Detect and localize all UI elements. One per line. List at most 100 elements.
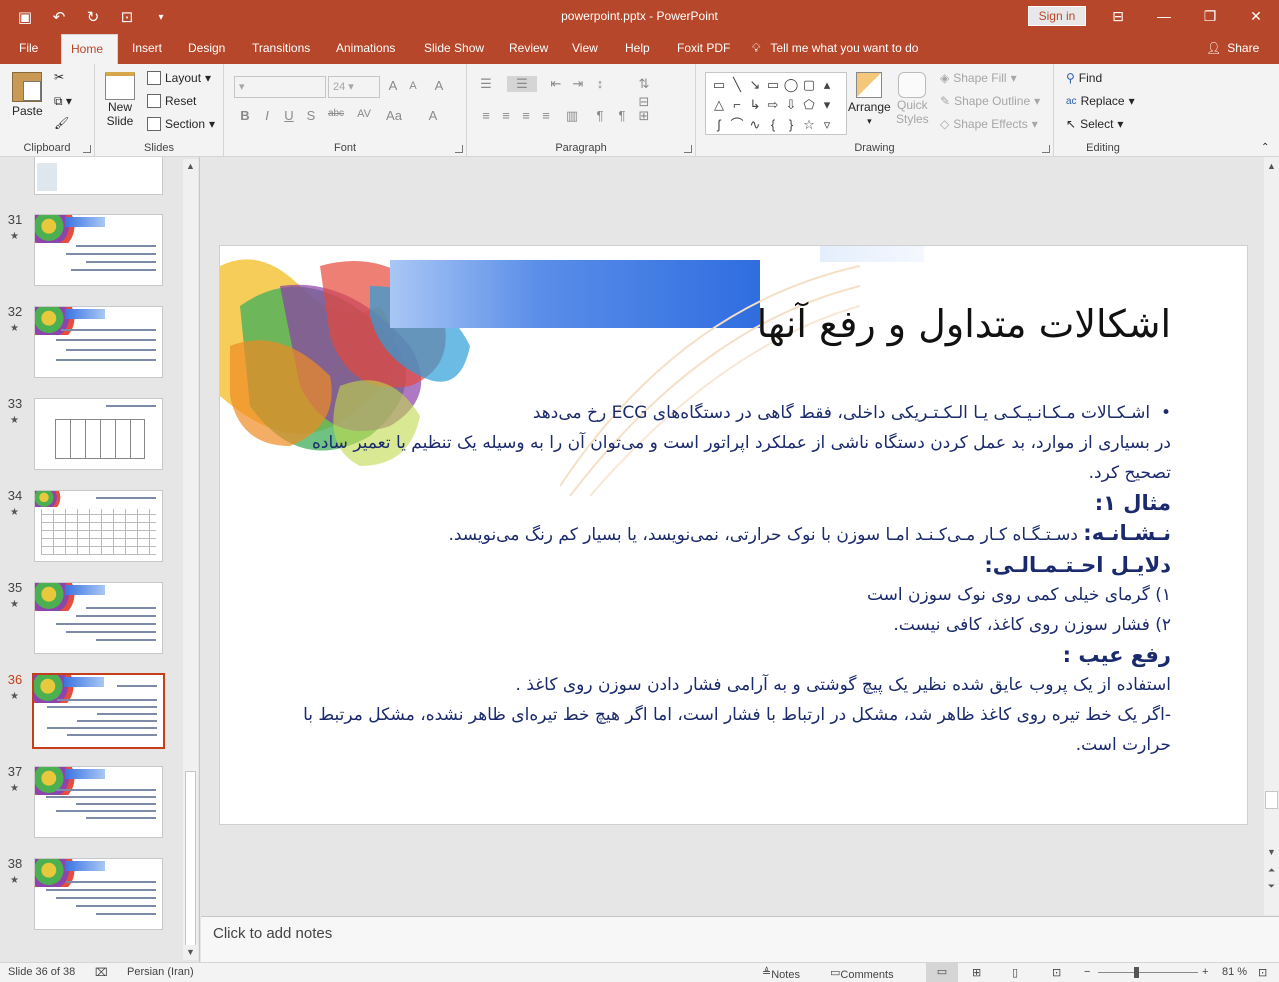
shape-effects-button[interactable]: ◇ Shape Effects ▾ (940, 117, 1038, 131)
gallery-down-icon[interactable]: ▾ (818, 95, 836, 115)
grow-font-icon[interactable]: A (384, 78, 402, 93)
italic-button[interactable]: I (258, 108, 276, 123)
slide-thumbnail-38[interactable] (34, 858, 163, 930)
spelling-icon[interactable]: ⌧ (95, 966, 108, 979)
tab-insert[interactable]: Insert (123, 34, 171, 64)
slideshow-view-icon[interactable]: ⊡ (1052, 966, 1061, 979)
normal-view-icon[interactable]: ▭ (926, 963, 958, 982)
font-size-combo[interactable]: 24 ▾ (328, 76, 380, 98)
slide-thumbnail-31[interactable] (34, 214, 163, 286)
elbow-shape-icon[interactable]: ⌐ (728, 95, 746, 115)
columns-icon[interactable]: ▥ (563, 108, 581, 124)
smartart-icon[interactable]: ⊞ (635, 108, 653, 124)
clipboard-launcher-icon[interactable] (83, 145, 91, 153)
quick-styles-button[interactable]: Quick Styles (896, 72, 929, 126)
share-button[interactable]: 👤︎ Share (1206, 34, 1259, 64)
editor-scrollbar[interactable]: ▲ ▼ ⏶ ⏷ (1264, 157, 1279, 915)
tab-animations[interactable]: Animations (327, 34, 404, 64)
tab-help[interactable]: Help (616, 34, 659, 64)
find-button[interactable]: ⚲ Find (1066, 71, 1102, 85)
left-brace-shape-icon[interactable]: { (764, 115, 782, 135)
clear-formatting-icon[interactable]: A (430, 78, 448, 93)
align-left-icon[interactable]: ≡ (477, 108, 495, 123)
minimize-icon[interactable]: — (1152, 5, 1176, 27)
freeform-shape-icon[interactable]: ʃ (710, 115, 728, 135)
slide-body-text[interactable]: • اشـکـالات مـکـانـیـکـی یـا الـکـتـریکی… (300, 398, 1171, 760)
select-button[interactable]: ↖ Select ▾ (1066, 117, 1123, 131)
shadow-button[interactable]: S (302, 108, 320, 123)
previous-slide-icon[interactable]: ⏶ (1264, 863, 1279, 878)
next-slide-icon[interactable]: ⏷ (1264, 879, 1279, 894)
cut-icon[interactable]: ✂ (54, 70, 64, 84)
tab-home[interactable]: Home (61, 34, 118, 64)
arrange-button[interactable]: Arrange ▾ (848, 72, 891, 127)
slide-thumbnail-34[interactable] (34, 490, 163, 562)
down-arrow-shape-icon[interactable]: ⇩ (782, 95, 800, 115)
right-brace-shape-icon[interactable]: } (782, 115, 800, 135)
slide-thumbnail-37[interactable] (34, 766, 163, 838)
line-shape-icon[interactable]: ╲ (728, 75, 746, 95)
tell-me-search[interactable]: 💡︎ Tell me what you want to do (752, 34, 918, 64)
copy-icon[interactable]: ⧉ ▾ (54, 94, 72, 109)
slide-thumbnail-35[interactable] (34, 582, 163, 654)
font-name-combo[interactable]: ▾ (234, 76, 326, 98)
thumbnail-scrollbar[interactable]: ▲ ▼ (183, 159, 198, 960)
language-indicator[interactable]: Persian (Iran) (127, 966, 194, 978)
zoom-slider[interactable] (1098, 972, 1198, 973)
ribbon-display-options-icon[interactable]: ⊟ (1106, 5, 1130, 27)
shrink-font-icon[interactable]: A (404, 80, 422, 92)
tab-view[interactable]: View (563, 34, 607, 64)
elbow-arrow-shape-icon[interactable]: ↳ (746, 95, 764, 115)
zoom-in-icon[interactable]: + (1202, 966, 1208, 978)
ltr-icon[interactable]: ¶ (613, 108, 631, 123)
slide-thumbnail-32[interactable] (34, 306, 163, 378)
shape-outline-button[interactable]: ✎ Shape Outline ▾ (940, 94, 1040, 108)
tab-file[interactable]: File (10, 34, 47, 64)
fit-slide-icon[interactable]: ⊡ (1258, 966, 1267, 979)
tab-slide-show[interactable]: Slide Show (415, 34, 493, 64)
layout-button[interactable]: Layout ▾ (147, 71, 211, 85)
shapes-gallery[interactable]: ▭ ╲ ↘ ▭ ◯ ▢ ▴ △ ⌐ ↳ ⇨ ⇩ ⬠ ▾ ʃ ⌒ ∿{} ☆ ▿ (705, 72, 847, 135)
editor-scroll-thumb[interactable] (1265, 791, 1278, 809)
slide-thumbnail-36[interactable] (32, 673, 165, 749)
slide-title[interactable]: اشکالات متداول و رفع آنها (757, 302, 1171, 346)
align-right-icon[interactable]: ≡ (517, 108, 535, 123)
paragraph-launcher-icon[interactable] (684, 145, 692, 153)
new-slide-button[interactable]: New Slide (105, 72, 135, 128)
font-launcher-icon[interactable] (455, 145, 463, 153)
underline-button[interactable]: U (280, 108, 298, 123)
bullets-icon[interactable]: ☰ (477, 76, 495, 92)
increase-indent-icon[interactable]: ⇥ (569, 76, 587, 92)
reading-view-icon[interactable]: ▯ (1012, 966, 1018, 979)
slide-canvas[interactable]: اشکالات متداول و رفع آنها • اشـکـالات مـ… (219, 245, 1248, 825)
change-case-button[interactable]: Aa (382, 108, 406, 123)
character-spacing-button[interactable]: AV (352, 108, 376, 120)
slide-thumbnail-33[interactable] (34, 398, 163, 470)
notes-pane[interactable]: Click to add notes (201, 916, 1279, 962)
justify-icon[interactable]: ≡ (537, 108, 555, 123)
scroll-down-icon[interactable]: ▼ (183, 945, 198, 960)
gallery-more-icon[interactable]: ▿ (818, 115, 836, 135)
paste-button[interactable]: Paste (12, 72, 43, 118)
strikethrough-button[interactable]: abc (324, 108, 348, 119)
comments-toggle[interactable]: ▭ Comments (830, 966, 894, 981)
right-arrow-shape-icon[interactable]: ⇨ (764, 95, 782, 115)
curve-shape-icon[interactable]: ∿ (746, 115, 764, 135)
slide-sorter-icon[interactable]: ⊞ (972, 966, 981, 979)
sign-in-button[interactable]: Sign in (1028, 6, 1086, 26)
zoom-level[interactable]: 81 % (1222, 966, 1247, 978)
text-direction-icon[interactable]: ⇅ (635, 76, 653, 92)
oval-shape-icon[interactable]: ◯ (782, 75, 800, 95)
star-shape-icon[interactable]: ☆ (800, 115, 818, 135)
rtl-icon[interactable]: ¶ (591, 108, 609, 123)
scroll-up-icon[interactable]: ▲ (183, 159, 198, 174)
numbering-icon[interactable]: ☰ (507, 76, 537, 92)
scroll-up-icon[interactable]: ▲ (1264, 159, 1279, 174)
thumbnail-scroll-thumb[interactable] (185, 771, 196, 946)
triangle-shape-icon[interactable]: △ (710, 95, 728, 115)
arrow-shape-icon[interactable]: ↘ (746, 75, 764, 95)
format-painter-icon[interactable]: 🖌︎ (54, 116, 69, 130)
shape-fill-button[interactable]: ◈ Shape Fill ▾ (940, 71, 1017, 85)
gallery-up-icon[interactable]: ▴ (818, 75, 836, 95)
font-color-icon[interactable]: A (424, 108, 442, 123)
